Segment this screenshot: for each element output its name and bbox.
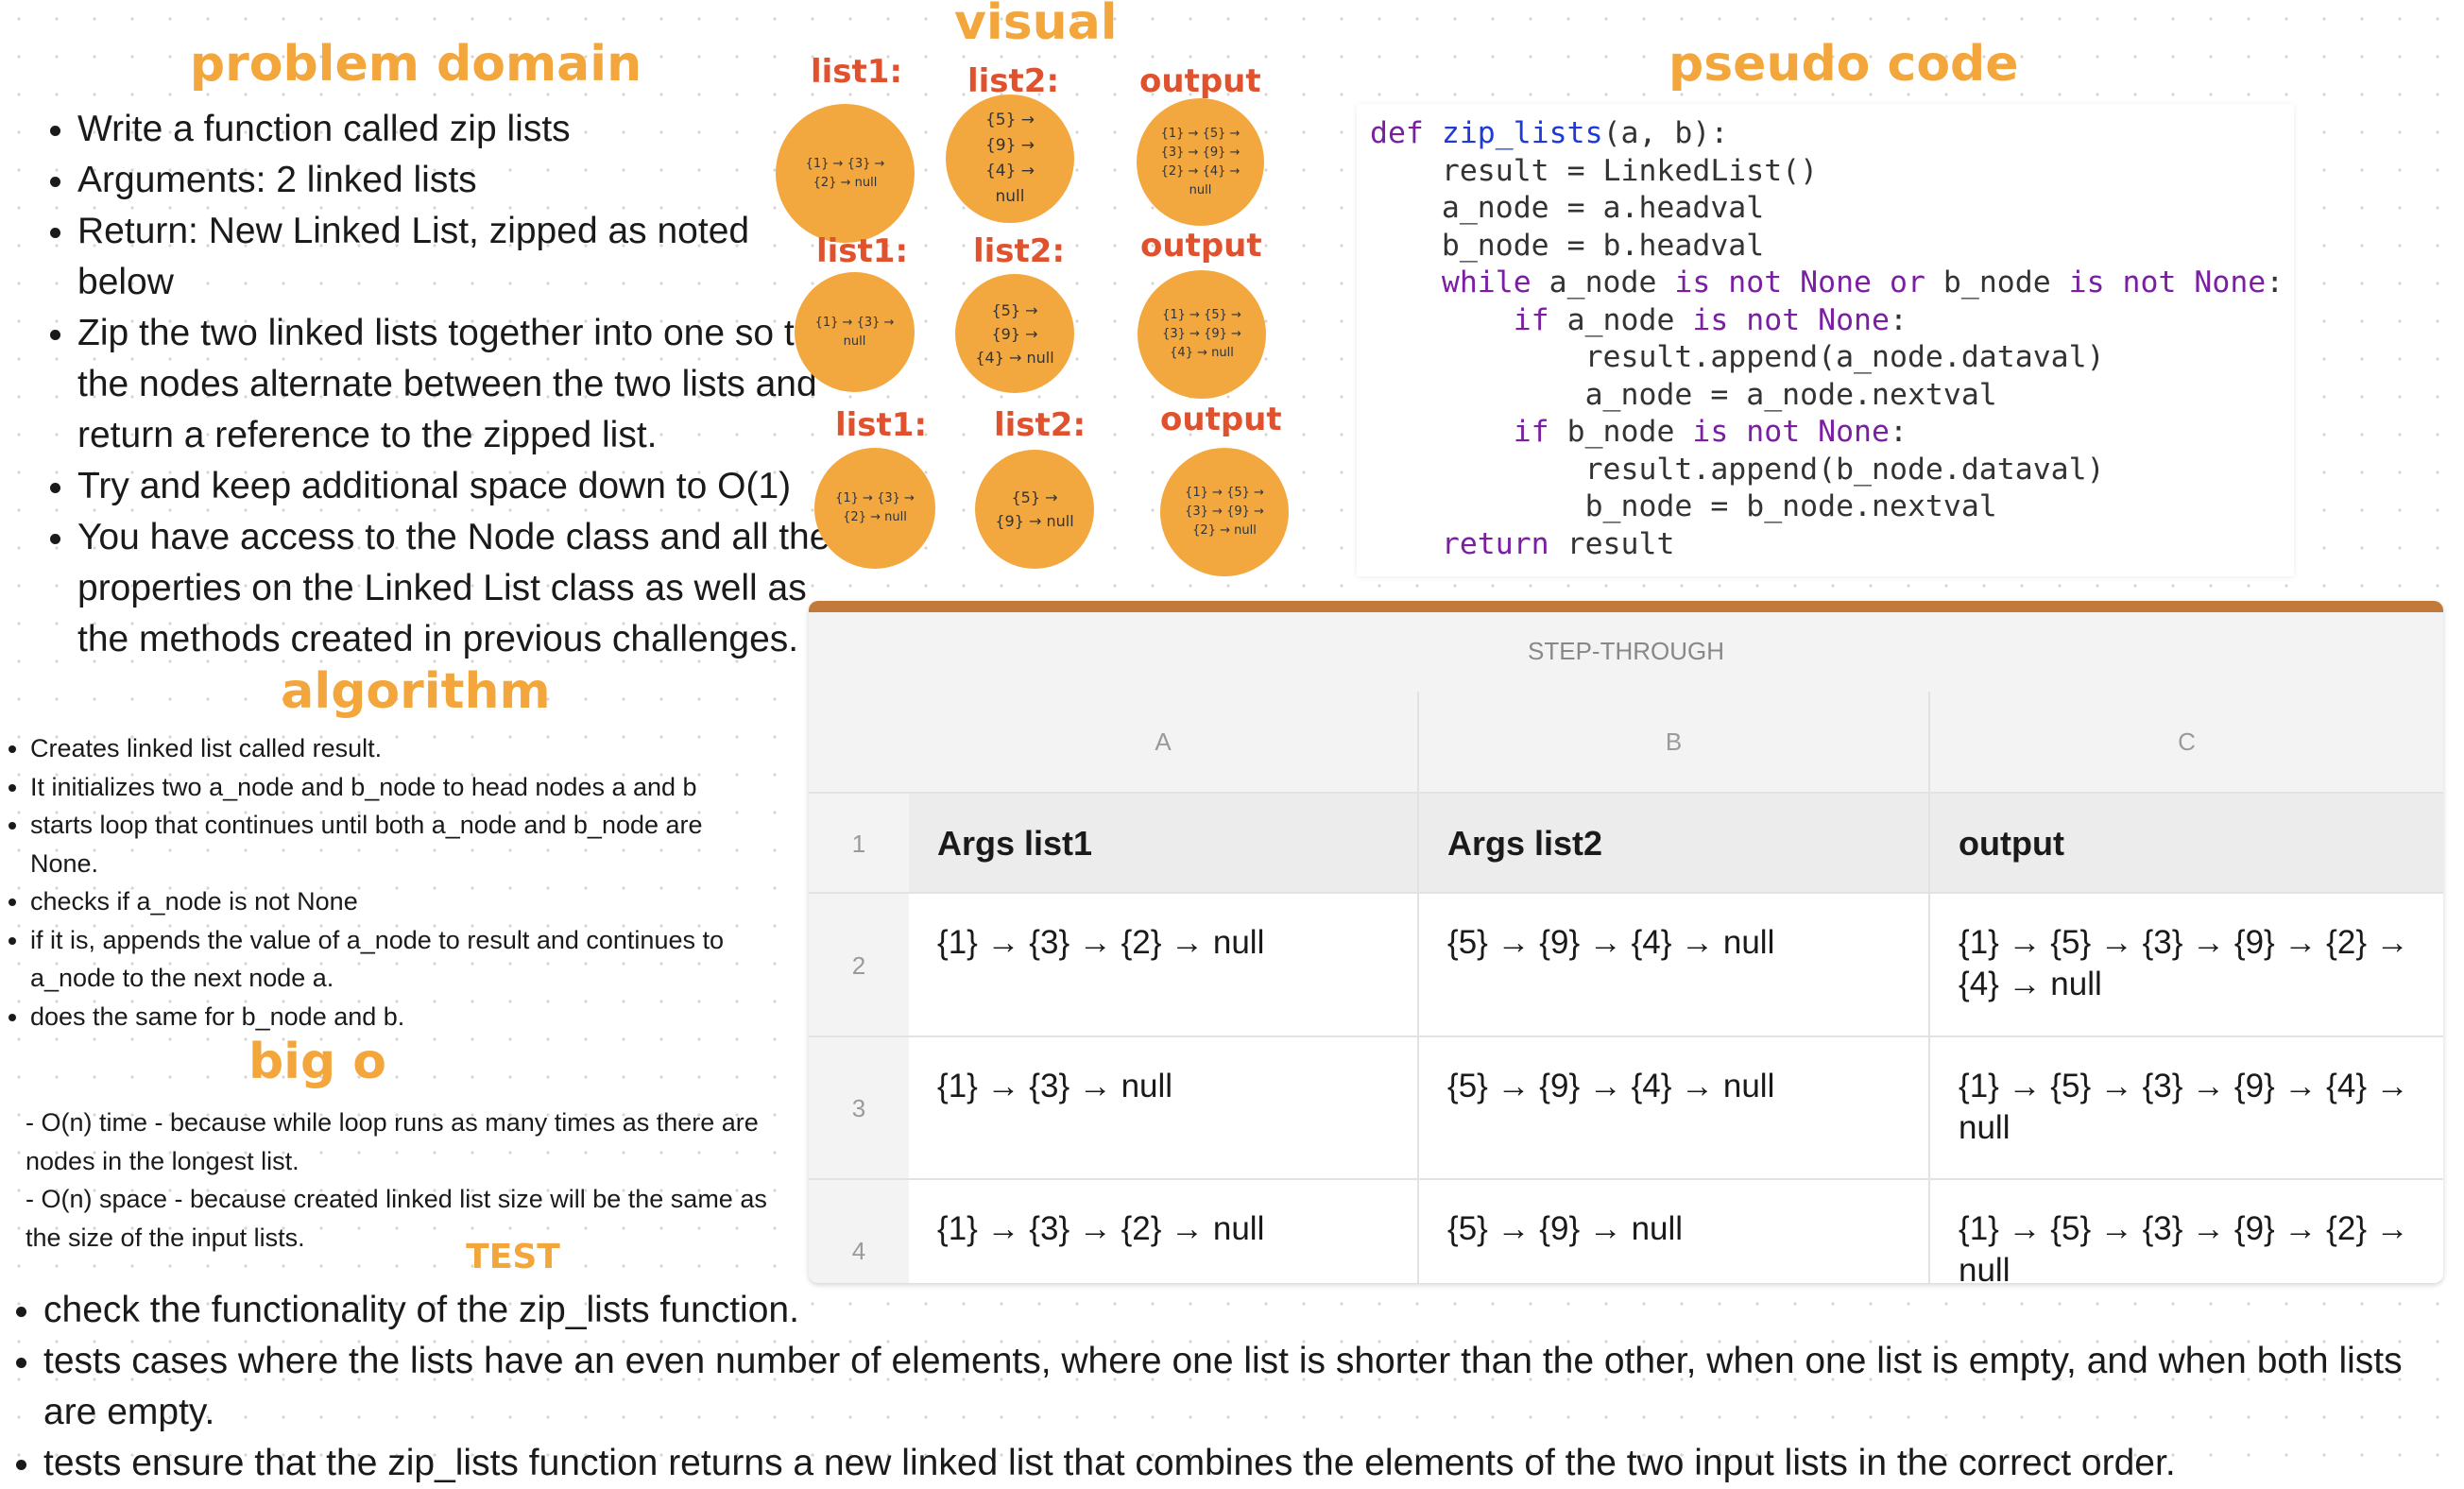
- visual-label-output: output: [1140, 227, 1262, 265]
- table-title: STEP-THROUGH: [1528, 637, 1724, 665]
- table-cell: {1} → {5} → {3} → {9} → {4} → null: [1930, 1035, 2443, 1178]
- visual-node-output: {1} → {5} → {3} → {9} → {2} → null: [1160, 448, 1289, 576]
- table-cell: {1} → {5} → {3} → {9} → {2} → {4} → null: [1930, 892, 2443, 1035]
- algorithm-list: Creates linked list called result. It in…: [9, 729, 777, 1035]
- row-number: 4: [809, 1178, 909, 1283]
- big-o-heading: big o: [248, 1034, 387, 1090]
- list-item: starts loop that continues until both a_…: [30, 806, 777, 882]
- table-accent-bar: [809, 601, 2443, 612]
- column-letter: C: [2178, 727, 2196, 756]
- visual-node-text: {1} → {5} → {3} → {9} → {2} → null: [1185, 486, 1264, 538]
- step-through-table: STEP-THROUGH A B C 1 2 3 4 Args list1 Ar…: [809, 601, 2443, 1283]
- table-header-cell: Args list1: [909, 792, 1419, 892]
- pseudo-code-block: def zip_lists(a, b): result = LinkedList…: [1357, 104, 2294, 576]
- visual-heading: visual: [954, 0, 1118, 51]
- pseudo-code-heading: pseudo code: [1668, 36, 2019, 93]
- visual-label-list1: list1:: [835, 406, 928, 444]
- list-item: Creates linked list called result.: [30, 729, 777, 768]
- list-item: Zip the two linked lists together into o…: [77, 308, 852, 461]
- visual-node-text: {1} → {3} → {2} → null: [835, 491, 915, 524]
- list-item: Arguments: 2 linked lists: [77, 155, 852, 206]
- visual-node-list1: {1} → {3} → {2} → null: [776, 104, 915, 243]
- list-item: if it is, appends the value of a_node to…: [30, 921, 777, 998]
- list-item: It initializes two a_node and b_node to …: [30, 768, 777, 807]
- big-o-line: - O(n) time - because while loop runs as…: [26, 1108, 759, 1175]
- table-cell: {1} → {3} → null: [909, 1035, 1419, 1178]
- visual-node-list1: {1} → {3} → {2} → null: [814, 448, 935, 569]
- table-cell: {5} → {9} → {4} → null: [1419, 892, 1930, 1035]
- table-cell: {5} → {9} → null: [1419, 1178, 1930, 1283]
- code-content: def zip_lists(a, b): result = LinkedList…: [1370, 116, 2284, 561]
- table-cell: {1} → {5} → {3} → {9} → {2} → null: [1930, 1178, 2443, 1283]
- row-number: 1: [809, 792, 909, 892]
- column-letter: A: [909, 692, 1419, 792]
- visual-node-output: {1} → {5} → {3} → {9} → {2} → {4} → null: [1137, 98, 1264, 226]
- list-item: checks if a_node is not None: [30, 882, 777, 921]
- visual-label-list1: list1:: [816, 232, 909, 270]
- visual-node-list2: {5} → {9} → {4} → null: [946, 94, 1074, 223]
- visual-label-output: output: [1139, 62, 1261, 100]
- problem-domain-list: Write a function called zip lists Argume…: [43, 104, 852, 665]
- list-item: You have access to the Node class and al…: [77, 512, 852, 665]
- visual-node-text: {5} → {9} → {4} → null: [984, 111, 1035, 206]
- visual-node-list2: {5} → {9} → {4} → null: [955, 274, 1074, 393]
- visual-label-output: output: [1160, 401, 1282, 438]
- table-cell: {1} → {3} → {2} → null: [909, 892, 1419, 1035]
- visual-node-list2: {5} → {9} → null: [975, 450, 1094, 569]
- visual-node-text: {1} → {3} → null: [814, 315, 895, 349]
- visual-node-output: {1} → {5} → {3} → {9} → {4} → null: [1138, 270, 1266, 399]
- row-number: 2: [809, 892, 909, 1035]
- visual-node-text: {5} → {9} → null: [995, 488, 1074, 530]
- visual-label-list1: list1:: [811, 53, 903, 91]
- visual-node-list1: {1} → {3} → null: [795, 272, 915, 392]
- row-number: 3: [809, 1035, 909, 1178]
- table-header-cell: output: [1930, 792, 2443, 892]
- big-o-text: - O(n) time - because while loop runs as…: [26, 1104, 781, 1257]
- list-item: Try and keep additional space down to O(…: [77, 461, 852, 512]
- problem-domain-heading: problem domain: [189, 36, 642, 93]
- list-item: does the same for b_node and b.: [30, 998, 777, 1036]
- visual-label-list2: list2:: [994, 406, 1087, 444]
- list-item: tests cases where the lists have an even…: [43, 1336, 2462, 1438]
- table-cell: {5} → {9} → {4} → null: [1419, 1035, 1930, 1178]
- visual-label-list2: list2:: [973, 232, 1066, 270]
- algorithm-heading: algorithm: [281, 663, 551, 720]
- list-item: check the functionality of the zip_lists…: [43, 1285, 2462, 1336]
- list-item: Return: New Linked List, zipped as noted…: [77, 206, 852, 308]
- column-letter: B: [1419, 692, 1930, 792]
- visual-node-text: {5} → {9} → {4} → null: [975, 300, 1054, 367]
- visual-node-text: {1} → {5} → {3} → {9} → {2} → {4} → null: [1160, 126, 1241, 197]
- list-item: Write a function called zip lists: [77, 104, 852, 155]
- table-cell: {1} → {3} → {2} → null: [909, 1178, 1419, 1283]
- table-header-cell: Args list2: [1419, 792, 1930, 892]
- visual-node-text: {1} → {5} → {3} → {9} → {4} → null: [1162, 308, 1241, 360]
- test-list: check the functionality of the zip_lists…: [9, 1285, 2462, 1489]
- visual-node-text: {1} → {3} → {2} → null: [805, 156, 885, 190]
